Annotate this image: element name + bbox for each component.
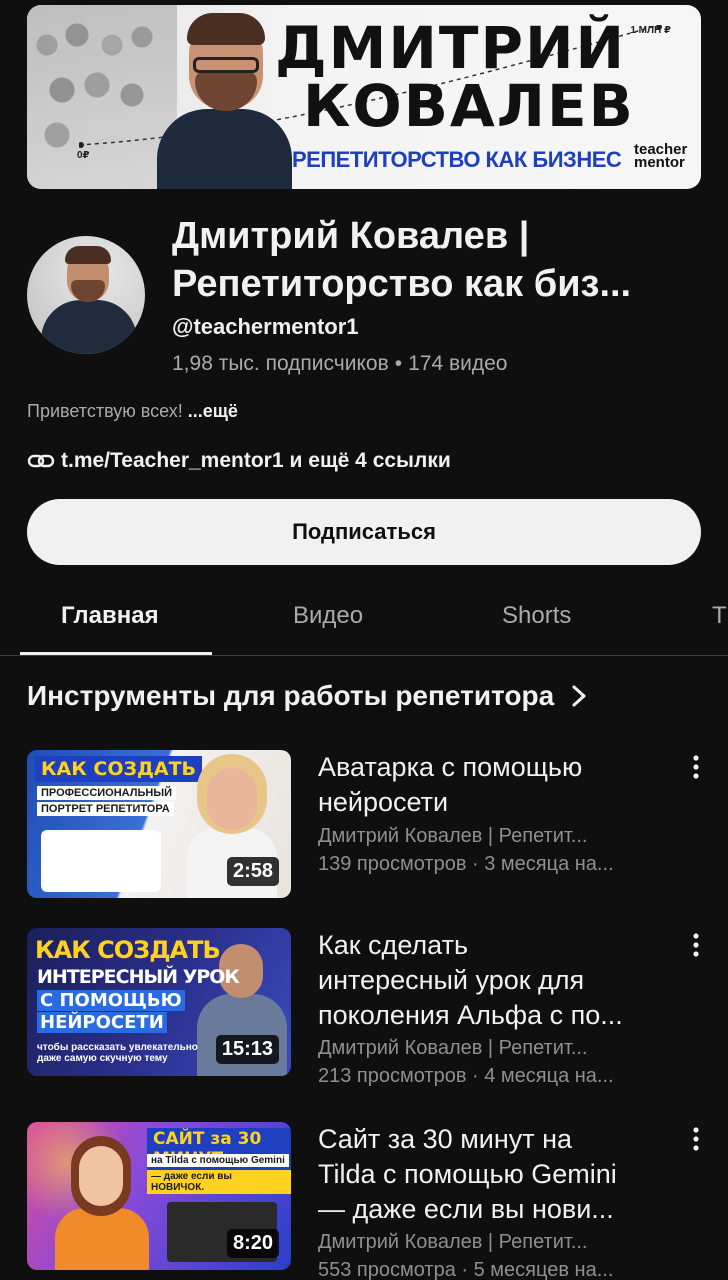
channel-banner: 0₽ 1 МЛН ₽ ДМИТРИЙ КОВАЛЕВ РЕПЕТИТОРСТВО… bbox=[27, 5, 701, 189]
more-vert-icon[interactable] bbox=[691, 1126, 701, 1152]
thumb-card bbox=[41, 830, 161, 892]
tab-shorts[interactable]: Shorts bbox=[502, 602, 571, 630]
video-duration: 8:20 bbox=[226, 1229, 279, 1258]
tab-videos[interactable]: Видео bbox=[293, 602, 363, 630]
video-title-line: Как сделать bbox=[318, 930, 469, 960]
banner-name-line2: КОВАЛЕВ bbox=[303, 72, 635, 140]
channel-title-line1: Дмитрий Ковалев | bbox=[172, 215, 530, 257]
banner-end-label: 1 МЛН ₽ bbox=[630, 25, 671, 36]
description-text: Приветствую всех! bbox=[27, 401, 183, 421]
channel-description[interactable]: Приветствую всех! ...ещё bbox=[27, 401, 238, 422]
channel-stats: 1,98 тыс. подписчиков • 174 видео bbox=[172, 352, 507, 376]
video-title-line: Tilda с помощью Gemini bbox=[318, 1159, 617, 1189]
chevron-right-icon bbox=[572, 685, 586, 707]
thumb-text: ИНТЕРЕСНЫЙ УРОК bbox=[37, 966, 240, 988]
video-title-line: Сайт за 30 минут на bbox=[318, 1124, 573, 1154]
channel-handle: @teachermentor1 bbox=[172, 314, 359, 339]
video-title-line: интересный урок для bbox=[318, 965, 585, 995]
video-item[interactable]: КАК СОЗДАТЬ ИНТЕРЕСНЫЙ УРОК С ПОМОЩЬЮ НЕ… bbox=[27, 928, 717, 1087]
subscribe-button[interactable]: Подписаться bbox=[27, 499, 701, 565]
video-title-line: нейросети bbox=[318, 787, 449, 817]
video-views-age: 553 просмотра · 5 месяцев на... bbox=[318, 1259, 614, 1280]
video-duration: 2:58 bbox=[226, 857, 279, 886]
banner-brand-line2: mentor bbox=[634, 154, 685, 171]
thumb-text: — даже если вы НОВИЧОК. bbox=[147, 1170, 291, 1194]
video-title-line: Аватарка с помощью bbox=[318, 752, 583, 782]
thumb-text: С ПОМОЩЬЮ bbox=[37, 990, 185, 1011]
video-meta: Дмитрий Ковалев | Репетит... 139 просмот… bbox=[318, 822, 678, 878]
video-item[interactable]: КАК СОЗДАТЬ ПРОФЕССИОНАЛЬНЫЙ ПОРТРЕТ РЕП… bbox=[27, 750, 717, 900]
banner-tagline: РЕПЕТИТОРСТВО КАК БИЗНЕС bbox=[292, 147, 622, 172]
video-title[interactable]: Аватарка с помощью нейросети bbox=[318, 750, 678, 820]
video-title-line: — даже если вы нови... bbox=[318, 1194, 614, 1224]
video-views-age: 139 просмотров · 3 месяца на... bbox=[318, 853, 614, 875]
video-channel: Дмитрий Ковалев | Репетит... bbox=[318, 825, 588, 847]
stats-separator: • bbox=[394, 352, 403, 375]
video-title-line: поколения Альфа с по... bbox=[318, 1000, 623, 1030]
video-channel: Дмитрий Ковалев | Репетит... bbox=[318, 1037, 588, 1059]
section-header[interactable]: Инструменты для работы репетитора bbox=[27, 680, 590, 712]
channel-links[interactable]: t.me/Teacher_mentor1 и ещё 4 ссылки bbox=[27, 449, 451, 473]
description-more-link[interactable]: ...ещё bbox=[188, 401, 238, 421]
thumb-text: КАК СОЗДАТЬ bbox=[35, 756, 203, 782]
video-meta: Дмитрий Ковалев | Репетит... 213 просмот… bbox=[318, 1034, 678, 1090]
video-channel: Дмитрий Ковалев | Репетит... bbox=[318, 1231, 588, 1253]
more-vert-icon[interactable] bbox=[691, 754, 701, 780]
section-title: Инструменты для работы репетитора bbox=[27, 680, 555, 711]
video-views-age: 213 просмотров · 4 месяца на... bbox=[318, 1065, 614, 1087]
active-tab-indicator bbox=[20, 652, 212, 655]
channel-avatar[interactable] bbox=[27, 236, 145, 354]
banner-name-line1: ДМИТРИЙ bbox=[275, 14, 627, 82]
video-title[interactable]: Сайт за 30 минут на Tilda с помощью Gemi… bbox=[318, 1122, 678, 1227]
video-item[interactable]: САЙТ за 30 МИНУТ на Tilda с помощью Gemi… bbox=[27, 1122, 717, 1280]
video-thumbnail[interactable]: САЙТ за 30 МИНУТ на Tilda с помощью Gemi… bbox=[27, 1122, 291, 1270]
thumb-text: на Tilda с помощью Gemini bbox=[147, 1154, 289, 1167]
subscriber-count: 1,98 тыс. подписчиков bbox=[172, 352, 389, 375]
video-count: 174 видео bbox=[408, 352, 508, 375]
thumb-text: НЕЙРОСЕТИ bbox=[37, 1012, 167, 1033]
tab-home[interactable]: Главная bbox=[61, 602, 159, 630]
thumb-text: КАК СОЗДАТЬ bbox=[35, 936, 221, 964]
channel-title-line2: Репетиторство как биз... bbox=[172, 263, 632, 305]
thumb-text: чтобы рассказать увлекательно даже самую… bbox=[37, 1042, 198, 1064]
banner-start-label: 0₽ bbox=[77, 150, 90, 161]
banner-brand: teacher mentor bbox=[634, 142, 687, 171]
video-thumbnail[interactable]: КАК СОЗДАТЬ ПРОФЕССИОНАЛЬНЫЙ ПОРТРЕТ РЕП… bbox=[27, 750, 291, 898]
banner-portrait bbox=[157, 13, 292, 189]
link-icon bbox=[27, 454, 55, 468]
tab-next[interactable]: T bbox=[712, 602, 727, 630]
channel-tabs: Главная Видео Shorts T bbox=[0, 580, 728, 656]
video-duration: 15:13 bbox=[215, 1035, 279, 1064]
thumb-text: ПРОФЕССИОНАЛЬНЫЙ bbox=[37, 786, 176, 800]
thumb-text: ПОРТРЕТ РЕПЕТИТОРА bbox=[37, 802, 174, 816]
more-vert-icon[interactable] bbox=[691, 932, 701, 958]
thumb-portrait bbox=[47, 1136, 157, 1270]
video-title[interactable]: Как сделать интересный урок для поколени… bbox=[318, 928, 678, 1033]
video-meta: Дмитрий Ковалев | Репетит... 553 просмот… bbox=[318, 1228, 678, 1280]
more-links[interactable]: и ещё 4 ссылки bbox=[290, 449, 451, 473]
channel-title: Дмитрий Ковалев | Репетиторство как биз.… bbox=[172, 212, 712, 308]
video-thumbnail[interactable]: КАК СОЗДАТЬ ИНТЕРЕСНЫЙ УРОК С ПОМОЩЬЮ НЕ… bbox=[27, 928, 291, 1076]
primary-link[interactable]: t.me/Teacher_mentor1 bbox=[61, 449, 284, 473]
